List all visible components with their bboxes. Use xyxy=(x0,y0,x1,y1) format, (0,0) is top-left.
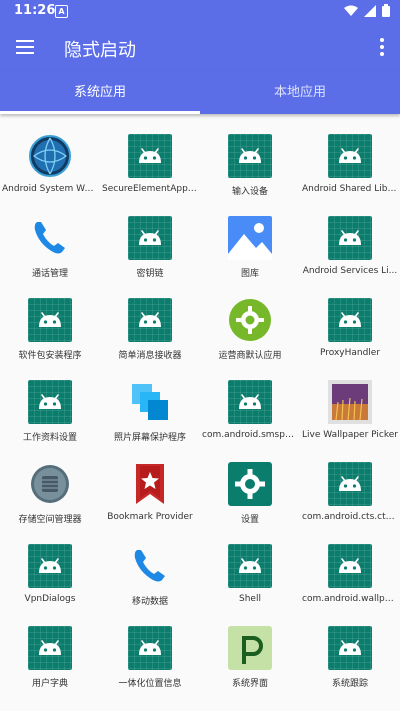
storage-manager-icon xyxy=(28,462,72,506)
android-icon xyxy=(28,298,72,342)
app-item[interactable]: Android System We... xyxy=(0,134,100,216)
app-item[interactable]: 工作资料设置 xyxy=(0,380,100,462)
webview-globe-icon xyxy=(28,134,72,178)
app-item[interactable]: 简单消息接收器 xyxy=(100,298,200,380)
tab-system-apps[interactable]: 系统应用 xyxy=(0,72,200,114)
app-item[interactable]: 照片屏幕保护程序 xyxy=(100,380,200,462)
bookmark-icon xyxy=(128,462,172,506)
phone-icon xyxy=(28,216,72,260)
app-label: 输入设备 xyxy=(231,187,268,197)
android-icon xyxy=(128,134,172,178)
tab-local-apps[interactable]: 本地应用 xyxy=(200,72,400,114)
app-item[interactable]: 系统跟踪 xyxy=(300,626,400,708)
android-icon xyxy=(28,380,72,424)
signal-icon xyxy=(364,4,376,17)
app-label: 系统界面 xyxy=(231,679,268,689)
wallpaper-icon xyxy=(328,380,372,424)
app-item[interactable]: 软件包安装程序 xyxy=(0,298,100,380)
app-item[interactable]: 输入设备 xyxy=(200,134,300,216)
notification-icon: A xyxy=(55,5,68,18)
app-label: 通话管理 xyxy=(31,269,68,279)
app-item[interactable]: 移动数据 xyxy=(100,544,200,626)
app-label: 密钥链 xyxy=(136,269,164,279)
android-icon xyxy=(28,544,72,588)
app-label: ProxyHandler xyxy=(319,348,381,358)
app-label: 图库 xyxy=(240,269,259,279)
app-item[interactable]: Shell xyxy=(200,544,300,626)
app-label: VpnDialogs xyxy=(24,594,76,604)
app-label: 运营商默认应用 xyxy=(218,351,282,361)
status-bar: 11:26 A xyxy=(0,0,400,24)
app-item[interactable]: Live Wallpaper Picker xyxy=(300,380,400,462)
app-item[interactable]: SecureElementAppl... xyxy=(100,134,200,216)
app-label: 一体化位置信息 xyxy=(118,679,182,689)
app-label: 简单消息接收器 xyxy=(118,351,182,361)
app-item[interactable]: 图库 xyxy=(200,216,300,298)
android-icon xyxy=(228,544,272,588)
android-icon xyxy=(128,626,172,670)
app-item[interactable]: 密钥链 xyxy=(100,216,200,298)
wifi-icon xyxy=(344,5,358,16)
app-item[interactable]: com.android.cts.cts... xyxy=(300,462,400,544)
android-icon xyxy=(328,626,372,670)
app-item[interactable]: 系统界面 xyxy=(200,626,300,708)
app-item[interactable]: Bookmark Provider xyxy=(100,462,200,544)
android-icon xyxy=(128,298,172,342)
app-item[interactable]: 存储空间管理器 xyxy=(0,462,100,544)
app-item[interactable]: 运营商默认应用 xyxy=(200,298,300,380)
app-item[interactable]: VpnDialogs xyxy=(0,544,100,626)
app-label: 工作资料设置 xyxy=(22,433,77,443)
battery-icon xyxy=(382,4,390,17)
android-p-icon xyxy=(228,626,272,670)
app-label: 存储空间管理器 xyxy=(18,515,82,525)
app-label: Shell xyxy=(239,594,261,604)
app-label: Bookmark Provider xyxy=(107,512,193,522)
android-icon xyxy=(328,216,372,260)
android-icon xyxy=(28,626,72,670)
android-icon xyxy=(328,134,372,178)
app-label: com.android.smspu... xyxy=(202,430,298,440)
app-label: 用户字典 xyxy=(31,679,68,689)
android-icon xyxy=(328,462,372,506)
gallery-icon xyxy=(228,216,272,260)
android-icon xyxy=(228,380,272,424)
app-label: 照片屏幕保护程序 xyxy=(113,433,186,443)
app-label: 设置 xyxy=(240,515,259,525)
app-item[interactable]: com.android.smspu... xyxy=(200,380,300,462)
app-label: 系统跟踪 xyxy=(331,679,368,689)
app-label: Android Shared Libr... xyxy=(302,184,398,194)
settings-gear-icon xyxy=(228,462,272,506)
app-item[interactable]: 用户字典 xyxy=(0,626,100,708)
app-item[interactable]: Android Shared Libr... xyxy=(300,134,400,216)
app-label: com.android.cts.cts... xyxy=(302,512,398,522)
app-label: 移动数据 xyxy=(131,597,168,607)
android-icon xyxy=(328,298,372,342)
android-icon xyxy=(128,216,172,260)
more-options-icon[interactable] xyxy=(380,38,384,59)
app-item[interactable]: ProxyHandler xyxy=(300,298,400,380)
app-item[interactable]: 设置 xyxy=(200,462,300,544)
photo-screensaver-icon xyxy=(128,380,172,424)
android-icon xyxy=(228,134,272,178)
app-label: Android System We... xyxy=(2,184,98,194)
menu-icon[interactable] xyxy=(16,40,34,54)
tab-bar: 系统应用 本地应用 xyxy=(0,72,400,114)
app-label: Live Wallpaper Picker xyxy=(302,430,398,440)
app-bar: 隐式启动 xyxy=(0,24,400,72)
app-grid: Settings Suggestions深色设置存储打印处理服务Android … xyxy=(0,104,400,711)
status-time: 11:26 xyxy=(14,3,56,18)
app-label: SecureElementAppl... xyxy=(102,184,198,194)
gear-green-icon xyxy=(228,298,272,342)
app-label: com.android.wallpa... xyxy=(302,594,398,604)
status-icons xyxy=(344,4,390,17)
page-title: 隐式启动 xyxy=(64,40,136,61)
app-item[interactable]: 一体化位置信息 xyxy=(100,626,200,708)
android-icon xyxy=(328,544,372,588)
app-item[interactable]: 通话管理 xyxy=(0,216,100,298)
app-label: Android Services Li... xyxy=(302,266,398,276)
app-item[interactable]: Android Services Li... xyxy=(300,216,400,298)
phone-blue-icon xyxy=(128,544,172,588)
app-label: 软件包安装程序 xyxy=(18,351,82,361)
app-item[interactable]: com.android.wallpa... xyxy=(300,544,400,626)
